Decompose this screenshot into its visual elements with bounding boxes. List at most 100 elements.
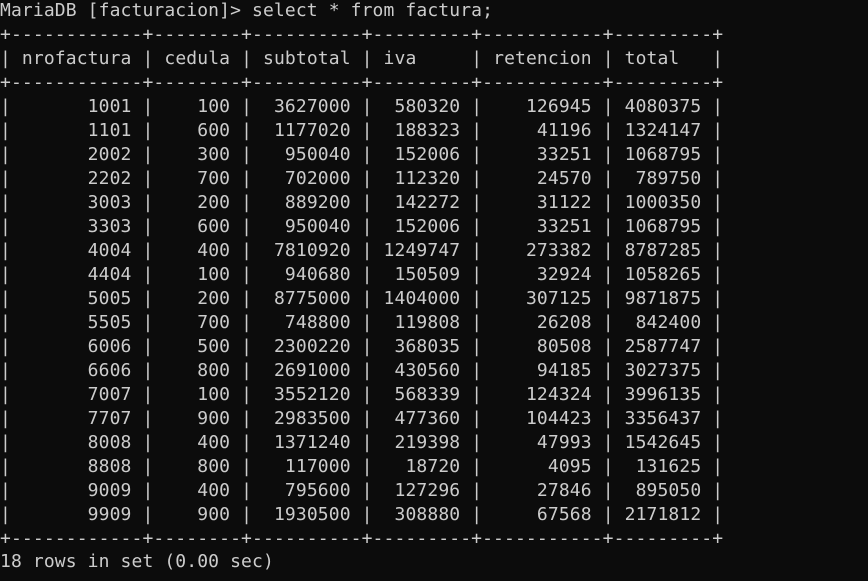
table-cell: 4095 <box>493 456 592 477</box>
table-cell: 131625 <box>624 456 702 477</box>
table-cell: 124324 <box>493 384 592 405</box>
table-cell: 800 <box>164 456 231 477</box>
table-cell: 18720 <box>383 456 461 477</box>
table-cell: 3552120 <box>263 384 351 405</box>
table-cell: 748800 <box>263 312 351 333</box>
table-cell: 889200 <box>263 192 351 213</box>
table-cell: 8775000 <box>263 288 351 309</box>
table-cell: 3003 <box>21 192 132 213</box>
table-cell: 1000350 <box>624 192 702 213</box>
table-cell: 2983500 <box>263 408 351 429</box>
table-cell: 400 <box>164 240 231 261</box>
table-row: | 2002 | 300 | 950040 | 152006 | 33251 |… <box>0 144 724 165</box>
table-row: | 8808 | 800 | 117000 | 18720 | 4095 | 1… <box>0 456 724 477</box>
table-cell: 31122 <box>493 192 592 213</box>
table-cell: 940680 <box>263 264 351 285</box>
table-cell: 94185 <box>493 360 592 381</box>
table-row: | 6006 | 500 | 2300220 | 368035 | 80508 … <box>0 336 724 357</box>
table-cell: 112320 <box>383 168 461 189</box>
table-cell: 400 <box>164 480 231 501</box>
table-cell: 580320 <box>383 96 461 117</box>
table-cell: 1249747 <box>383 240 461 261</box>
table-border: +------------+--------+----------+------… <box>0 24 724 45</box>
column-header: iva <box>383 48 461 69</box>
table-cell: 6006 <box>21 336 132 357</box>
table-cell: 3996135 <box>624 384 702 405</box>
table-row: | 3303 | 600 | 950040 | 152006 | 33251 |… <box>0 216 724 237</box>
table-cell: 188323 <box>383 120 461 141</box>
table-row: | 1001 | 100 | 3627000 | 580320 | 126945… <box>0 96 724 117</box>
table-cell: 3303 <box>21 216 132 237</box>
table-row: | 1101 | 600 | 1177020 | 188323 | 41196 … <box>0 120 724 141</box>
table-cell: 1101 <box>21 120 132 141</box>
table-cell: 789750 <box>624 168 702 189</box>
table-cell: 600 <box>164 216 231 237</box>
table-row: | 7707 | 900 | 2983500 | 477360 | 104423… <box>0 408 724 429</box>
table-cell: 33251 <box>493 144 592 165</box>
table-cell: 368035 <box>383 336 461 357</box>
table-cell: 1068795 <box>624 216 702 237</box>
table-cell: 150509 <box>383 264 461 285</box>
table-cell: 200 <box>164 288 231 309</box>
column-header: subtotal <box>263 48 351 69</box>
table-cell: 152006 <box>383 216 461 237</box>
table-cell: 600 <box>164 120 231 141</box>
table-cell: 41196 <box>493 120 592 141</box>
table-cell: 477360 <box>383 408 461 429</box>
table-row: | 9909 | 900 | 1930500 | 308880 | 67568 … <box>0 504 724 525</box>
table-row: | 7007 | 100 | 3552120 | 568339 | 124324… <box>0 384 724 405</box>
table-cell: 67568 <box>493 504 592 525</box>
table-border: +------------+--------+----------+------… <box>0 72 724 93</box>
table-cell: 80508 <box>493 336 592 357</box>
table-cell: 2002 <box>21 144 132 165</box>
status-line: 18 rows in set (0.00 sec) <box>0 551 274 572</box>
table-cell: 1001 <box>21 96 132 117</box>
table-cell: 400 <box>164 432 231 453</box>
table-cell: 895050 <box>624 480 702 501</box>
table-cell: 1058265 <box>624 264 702 285</box>
table-row: | 9009 | 400 | 795600 | 127296 | 27846 |… <box>0 480 724 501</box>
table-cell: 7707 <box>21 408 132 429</box>
table-cell: 1371240 <box>263 432 351 453</box>
table-cell: 3027375 <box>624 360 702 381</box>
table-row: | 2202 | 700 | 702000 | 112320 | 24570 |… <box>0 168 724 189</box>
column-header: nrofactura <box>21 48 132 69</box>
table-cell: 2691000 <box>263 360 351 381</box>
table-cell: 152006 <box>383 144 461 165</box>
table-cell: 900 <box>164 504 231 525</box>
table-cell: 4404 <box>21 264 132 285</box>
table-cell: 33251 <box>493 216 592 237</box>
terminal-window[interactable]: MariaDB [facturacion]> select * from fac… <box>0 0 868 581</box>
table-cell: 430560 <box>383 360 461 381</box>
table-cell: 2171812 <box>624 504 702 525</box>
table-cell: 9009 <box>21 480 132 501</box>
table-cell: 307125 <box>493 288 592 309</box>
table-cell: 100 <box>164 384 231 405</box>
table-cell: 219398 <box>383 432 461 453</box>
table-cell: 104423 <box>493 408 592 429</box>
column-header: retencion <box>493 48 592 69</box>
table-cell: 7007 <box>21 384 132 405</box>
table-cell: 117000 <box>263 456 351 477</box>
table-cell: 6606 <box>21 360 132 381</box>
table-cell: 100 <box>164 96 231 117</box>
table-cell: 300 <box>164 144 231 165</box>
table-row: | 5005 | 200 | 8775000 | 1404000 | 30712… <box>0 288 724 309</box>
table-row: | 4004 | 400 | 7810920 | 1249747 | 27338… <box>0 240 724 261</box>
table-row: | 8008 | 400 | 1371240 | 219398 | 47993 … <box>0 432 724 453</box>
table-cell: 26208 <box>493 312 592 333</box>
table-row: | 5505 | 700 | 748800 | 119808 | 26208 |… <box>0 312 724 333</box>
table-cell: 9909 <box>21 504 132 525</box>
table-cell: 700 <box>164 312 231 333</box>
table-cell: 900 <box>164 408 231 429</box>
table-cell: 200 <box>164 192 231 213</box>
table-cell: 5505 <box>21 312 132 333</box>
table-cell: 1930500 <box>263 504 351 525</box>
table-cell: 568339 <box>383 384 461 405</box>
table-cell: 24570 <box>493 168 592 189</box>
table-cell: 1542645 <box>624 432 702 453</box>
table-cell: 2300220 <box>263 336 351 357</box>
table-cell: 795600 <box>263 480 351 501</box>
table-cell: 702000 <box>263 168 351 189</box>
table-cell: 127296 <box>383 480 461 501</box>
